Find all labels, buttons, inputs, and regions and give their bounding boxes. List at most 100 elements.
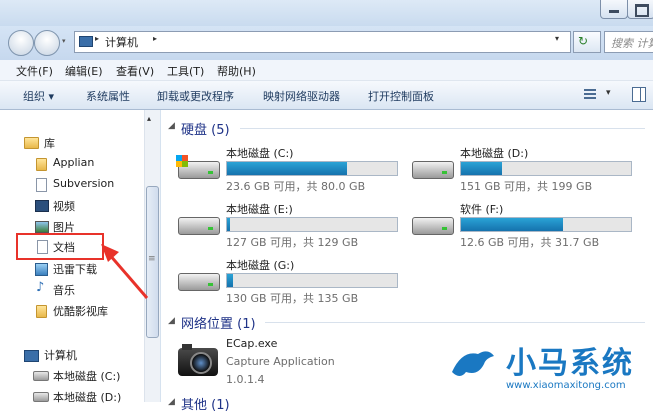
menu-help[interactable]: 帮助(H): [217, 63, 256, 79]
preview-pane-icon: [640, 88, 641, 101]
drive-space-info: 151 GB 可用，共 199 GB: [460, 180, 593, 193]
menu-edit[interactable]: 编辑(E): [65, 63, 103, 79]
preview-pane-button[interactable]: [632, 87, 646, 102]
capacity-bar: [226, 161, 398, 176]
network-item-name[interactable]: ECap.exe: [226, 337, 277, 350]
drive-tile[interactable]: 本地磁盘 (G:) 130 GB 可用，共 135 GB: [176, 257, 401, 307]
address-dropdown-icon[interactable]: ▾: [555, 34, 559, 43]
refresh-icon: ↻: [578, 34, 589, 48]
collapse-icon[interactable]: ◢: [168, 121, 175, 131]
document-icon: [36, 178, 47, 192]
camera-app-icon: [178, 342, 220, 378]
back-button[interactable]: [8, 30, 34, 56]
search-input[interactable]: 搜索 计算: [611, 35, 653, 51]
capacity-bar-fill: [461, 218, 563, 231]
drive-name: 本地磁盘 (G:): [226, 259, 295, 272]
drive-space-info: 12.6 GB 可用，共 31.7 GB: [460, 236, 600, 249]
capacity-bar: [226, 217, 398, 232]
search-field[interactable]: 搜索 计算: [604, 31, 653, 53]
collapse-icon[interactable]: ◢: [168, 397, 175, 407]
collapse-icon[interactable]: ◢: [168, 316, 175, 326]
drive-tile[interactable]: 软件 (F:) 12.6 GB 可用，共 31.7 GB: [410, 201, 635, 251]
hard-drive-icon: [410, 211, 454, 239]
watermark-url: www.xiaomaxitong.com: [506, 380, 626, 391]
nav-item-youku-library[interactable]: 优酷影视库: [53, 303, 108, 319]
capacity-bar-fill: [227, 218, 230, 231]
group-header-network[interactable]: 网络位置 (1): [181, 313, 256, 332]
open-control-panel-button[interactable]: 打开控制面板: [368, 88, 434, 104]
drive-tile[interactable]: 本地磁盘 (E:) 127 GB 可用，共 129 GB: [176, 201, 401, 251]
red-arrow-icon: [101, 244, 149, 299]
menu-tools[interactable]: 工具(T): [167, 63, 204, 79]
computer-icon: [79, 36, 93, 47]
group-divider: [240, 128, 645, 129]
watermark-title: 小马系统: [506, 346, 634, 381]
drive-tile[interactable]: 本地磁盘 (D:) 151 GB 可用，共 199 GB: [410, 145, 635, 195]
view-list-icon: [584, 89, 596, 91]
recent-pages-icon[interactable]: ▾: [62, 37, 66, 45]
view-options-button[interactable]: [584, 88, 598, 100]
nav-item-computer[interactable]: 计算机: [44, 347, 77, 363]
network-item-description: Capture Application: [226, 355, 335, 368]
picture-icon: [35, 221, 49, 233]
menu-view[interactable]: 查看(V): [116, 63, 154, 79]
folder-icon: [36, 158, 47, 171]
address-field[interactable]: ▸ 计算机 ▸ ▾: [74, 31, 571, 53]
view-dropdown-icon[interactable]: ▾: [606, 88, 611, 98]
horse-logo-icon: [452, 351, 494, 376]
computer-icon: [24, 350, 39, 362]
maximize-icon: [635, 4, 649, 17]
hard-drive-icon: [176, 211, 220, 239]
capacity-bar: [460, 161, 632, 176]
organize-button[interactable]: 组织 ▾: [23, 88, 54, 104]
minimize-button[interactable]: [600, 0, 628, 19]
watermark-logo: 小马系统 www.xiaomaxitong.com: [448, 338, 653, 402]
uninstall-program-button[interactable]: 卸载或更改程序: [157, 88, 234, 104]
nav-item-library[interactable]: 库: [44, 135, 55, 151]
capacity-bar-fill: [227, 274, 234, 287]
download-folder-icon: [35, 263, 48, 276]
library-icon: [24, 137, 39, 149]
refresh-button[interactable]: ↻: [573, 31, 601, 53]
drive-name: 本地磁盘 (C:): [226, 147, 294, 160]
drive-space-info: 23.6 GB 可用，共 80.0 GB: [226, 180, 366, 193]
forward-button[interactable]: [34, 30, 60, 56]
breadcrumb-computer[interactable]: 计算机: [105, 34, 138, 50]
drive-tile[interactable]: 本地磁盘 (C:) 23.6 GB 可用，共 80.0 GB: [176, 145, 401, 195]
group-header-other[interactable]: 其他 (1): [181, 394, 230, 413]
capacity-bar-fill: [227, 162, 347, 175]
capacity-bar-fill: [461, 162, 502, 175]
capacity-bar: [226, 273, 398, 288]
video-icon: [35, 200, 49, 212]
capacity-bar: [460, 217, 632, 232]
nav-item-thunder-downloads[interactable]: 迅雷下载: [53, 261, 97, 277]
network-item-version: 1.0.1.4: [226, 373, 265, 386]
music-icon: ♪: [36, 280, 45, 295]
nav-item-applian[interactable]: Applian: [53, 156, 94, 169]
drive-space-info: 127 GB 可用，共 129 GB: [226, 236, 359, 249]
system-properties-button[interactable]: 系统属性: [86, 88, 130, 104]
nav-item-drive-d[interactable]: 本地磁盘 (D:): [53, 389, 121, 405]
nav-item-videos[interactable]: 视频: [53, 198, 75, 214]
drive-space-info: 130 GB 可用，共 135 GB: [226, 292, 359, 305]
hard-drive-icon: [410, 155, 454, 183]
highlight-box: [16, 233, 104, 260]
nav-item-drive-c[interactable]: 本地磁盘 (C:): [53, 368, 120, 384]
minimize-icon: [609, 10, 619, 13]
drive-name: 本地磁盘 (E:): [226, 203, 293, 216]
scroll-up-icon[interactable]: ▴: [147, 114, 151, 123]
nav-item-music[interactable]: 音乐: [53, 282, 75, 298]
hard-drive-icon: [176, 267, 220, 295]
maximize-button[interactable]: [627, 0, 653, 19]
group-header-hdd[interactable]: 硬盘 (5): [181, 119, 230, 138]
drive-name: 本地磁盘 (D:): [460, 147, 529, 160]
nav-item-subversion[interactable]: Subversion: [53, 177, 114, 190]
folder-icon: [36, 305, 47, 318]
breadcrumb-arrow-icon[interactable]: ▸: [153, 34, 157, 43]
drive-name: 软件 (F:): [460, 203, 504, 216]
map-network-drive-button[interactable]: 映射网络驱动器: [263, 88, 340, 104]
drive-icon: [33, 392, 49, 402]
title-bar: [0, 0, 653, 26]
menu-file[interactable]: 文件(F): [16, 63, 53, 79]
breadcrumb-arrow-icon[interactable]: ▸: [95, 34, 99, 43]
